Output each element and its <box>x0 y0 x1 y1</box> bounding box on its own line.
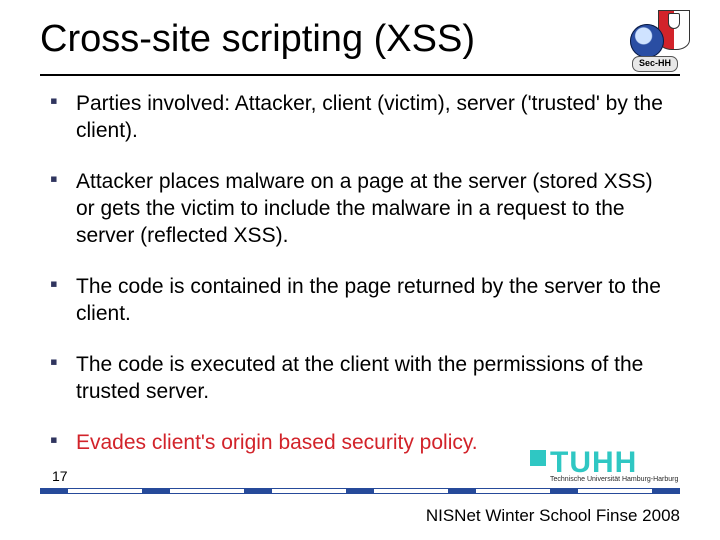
slide: Sec-HH Cross-site scripting (XSS) ▪ Part… <box>0 0 720 540</box>
bullet-text: The code is contained in the page return… <box>76 273 670 327</box>
bullet-item: ▪ The code is executed at the client wit… <box>50 351 670 405</box>
tuhh-wordmark: TUHH <box>550 446 637 480</box>
slide-title: Cross-site scripting (XSS) <box>40 18 475 61</box>
tuhh-subtitle: Technische Universität Hamburg-Harburg <box>550 476 678 483</box>
bullet-text: The code is executed at the client with … <box>76 351 670 405</box>
bullet-item: ▪ The code is contained in the page retu… <box>50 273 670 327</box>
footer-text: NISNet Winter School Finse 2008 <box>426 506 680 526</box>
bullet-marker-icon: ▪ <box>50 168 76 190</box>
bullet-text: Attacker places malware on a page at the… <box>76 168 670 249</box>
bullet-marker-icon: ▪ <box>50 429 76 451</box>
bullet-item: ▪ Parties involved: Attacker, client (vi… <box>50 90 670 144</box>
globe-icon <box>630 24 664 58</box>
tuhh-square-icon <box>530 450 546 466</box>
bullet-list: ▪ Parties involved: Attacker, client (vi… <box>50 90 670 480</box>
bullet-item: ▪ Attacker places malware on a page at t… <box>50 168 670 249</box>
page-number: 17 <box>52 468 68 484</box>
bullet-text: Parties involved: Attacker, client (vict… <box>76 90 670 144</box>
org-logo-top: Sec-HH <box>630 10 690 70</box>
bullet-marker-icon: ▪ <box>50 90 76 112</box>
sec-hh-badge: Sec-HH <box>632 56 678 72</box>
title-underline <box>40 74 680 76</box>
bullet-marker-icon: ▪ <box>50 351 76 373</box>
tuhh-logo: TUHH Technische Universität Hamburg-Harb… <box>530 446 680 490</box>
bullet-marker-icon: ▪ <box>50 273 76 295</box>
